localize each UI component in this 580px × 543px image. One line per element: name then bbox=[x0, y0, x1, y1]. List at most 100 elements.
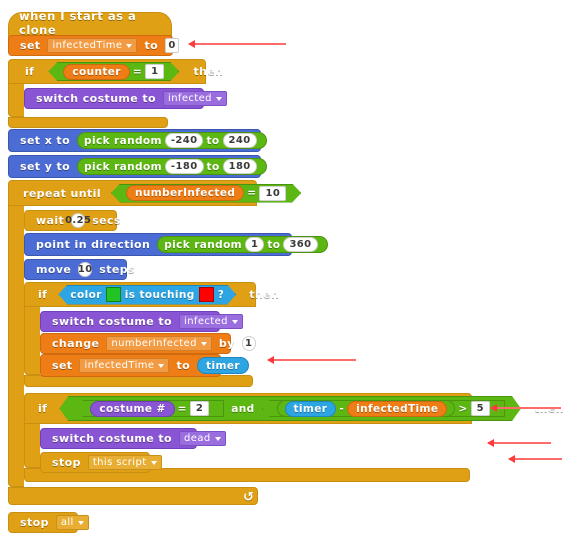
pick-random-from-y[interactable]: -180 bbox=[164, 159, 204, 174]
block-if-counter-arm bbox=[8, 84, 24, 117]
condition-timer-difference-greater[interactable]: timer - infectedTime > 5 bbox=[262, 400, 505, 417]
variable-reporter-number-infected[interactable]: numberInfected bbox=[126, 185, 244, 201]
switch-costume-keyword-2: switch costume to bbox=[52, 315, 173, 328]
condition-counter-equals[interactable]: counter = 1 bbox=[48, 62, 179, 81]
equals-operator-costume: = bbox=[177, 402, 187, 415]
loop-arrow-icon: ↺ bbox=[243, 490, 254, 505]
costume-dropdown-infected-2[interactable]: infected bbox=[179, 314, 243, 329]
then-keyword: then bbox=[193, 65, 224, 78]
pick-random-to-dir[interactable]: 360 bbox=[283, 237, 318, 252]
reporter-pick-random-y[interactable]: pick random -180 to 180 bbox=[77, 158, 267, 175]
block-switch-costume-infected-2[interactable]: switch costume to infected bbox=[40, 311, 243, 332]
equals-operator-repeat: = bbox=[247, 187, 257, 199]
variable-dropdown-infected-time[interactable]: infectedTime bbox=[47, 38, 138, 53]
scratch-script-canvas: when I start as a clone set infectedTime… bbox=[0, 0, 580, 543]
reporter-timer-2[interactable]: timer bbox=[285, 401, 337, 417]
move-unit-label: steps bbox=[99, 263, 135, 276]
wait-value-input[interactable]: 0.25 bbox=[65, 213, 91, 228]
set-keyword-timer: set bbox=[52, 359, 73, 372]
variable-reporter-counter[interactable]: counter bbox=[63, 64, 130, 80]
block-if-touching-color-top[interactable]: if color is touching ? then bbox=[24, 282, 279, 307]
condition-value-ten[interactable]: 10 bbox=[259, 186, 286, 201]
costume-dropdown-infected-1[interactable]: infected bbox=[163, 91, 227, 106]
block-if-dead-arm bbox=[24, 424, 40, 468]
greater-than-value[interactable]: 5 bbox=[471, 401, 490, 416]
then-keyword-touching: then bbox=[249, 288, 280, 301]
block-repeat-until-bottom bbox=[8, 487, 258, 505]
switch-costume-keyword-dead: switch costume to bbox=[52, 432, 173, 445]
color-label: color bbox=[70, 288, 102, 301]
block-wait-secs[interactable]: wait 0.25 secs bbox=[24, 210, 121, 231]
reporter-pick-random-direction[interactable]: pick random 1 to 360 bbox=[157, 236, 328, 253]
block-repeat-until-arm bbox=[8, 206, 24, 487]
stop-option-dropdown-all[interactable]: all bbox=[55, 515, 89, 530]
wait-keyword: wait bbox=[36, 214, 65, 227]
switch-costume-keyword: switch costume to bbox=[36, 92, 157, 105]
block-if-touching-color-arm bbox=[24, 307, 40, 375]
variable-dropdown-infected-time-2[interactable]: infectedTime bbox=[79, 358, 170, 373]
stop-option-dropdown-this-script[interactable]: this script bbox=[87, 455, 162, 470]
reporter-infected-time[interactable]: infectedTime bbox=[347, 401, 447, 417]
pick-random-label-dir: pick random bbox=[164, 238, 243, 251]
if-keyword-dead: if bbox=[38, 402, 48, 415]
wait-unit-label: secs bbox=[92, 214, 121, 227]
move-value-input[interactable]: 10 bbox=[78, 262, 93, 277]
set-keyword: set bbox=[20, 39, 41, 52]
block-move-steps[interactable]: move 10 steps bbox=[24, 259, 135, 280]
block-point-in-direction[interactable]: point in direction pick random 1 to 360 bbox=[24, 233, 328, 256]
reporter-subtraction[interactable]: timer - infectedTime bbox=[277, 400, 456, 417]
condition-costume-equals[interactable]: costume # = 2 bbox=[75, 400, 224, 417]
block-repeat-until-top[interactable]: repeat until numberInfected = 10 bbox=[8, 180, 257, 206]
color-swatch-red[interactable] bbox=[199, 287, 214, 302]
move-keyword: move bbox=[36, 263, 72, 276]
pick-random-to-label-x: to bbox=[206, 134, 220, 147]
pick-random-from-dir[interactable]: 1 bbox=[245, 237, 265, 252]
color-swatch-green[interactable] bbox=[106, 287, 121, 302]
block-stop-all[interactable]: stop all bbox=[8, 512, 89, 533]
block-change-number-infected[interactable]: change numberInfected by 1 bbox=[40, 333, 256, 354]
arrow-stop-this-script bbox=[508, 455, 562, 463]
is-touching-label: is touching bbox=[124, 288, 195, 301]
condition-and[interactable]: costume # = 2 and timer - infectedTime >… bbox=[59, 396, 521, 421]
reporter-costume-number[interactable]: costume # bbox=[90, 401, 174, 417]
point-in-direction-keyword: point in direction bbox=[36, 238, 151, 251]
block-if-counter-bottom bbox=[8, 117, 168, 128]
pick-random-label-x: pick random bbox=[84, 134, 162, 147]
condition-color-is-touching[interactable]: color is touching ? bbox=[58, 285, 236, 305]
block-if-dead-top[interactable]: if costume # = 2 and timer - infectedTim… bbox=[24, 393, 564, 424]
change-keyword: change bbox=[52, 337, 100, 350]
value-input-zero[interactable]: 0 bbox=[165, 38, 180, 53]
block-stop-this-script[interactable]: stop this script bbox=[40, 452, 162, 473]
reporter-pick-random-x[interactable]: pick random -240 to 240 bbox=[77, 132, 267, 149]
by-label: by bbox=[218, 337, 235, 350]
if-keyword: if bbox=[25, 65, 35, 78]
change-value-input[interactable]: 1 bbox=[241, 336, 256, 351]
pick-random-to-y[interactable]: 180 bbox=[222, 159, 257, 174]
stop-keyword-script: stop bbox=[52, 456, 81, 469]
condition-number-infected-equals[interactable]: numberInfected = 10 bbox=[111, 184, 301, 203]
condition-value-one[interactable]: 1 bbox=[145, 64, 164, 79]
and-operator-label: and bbox=[231, 402, 255, 415]
costume-dropdown-dead[interactable]: dead bbox=[179, 431, 226, 446]
block-set-x-to[interactable]: set x to pick random -240 to 240 bbox=[8, 129, 267, 152]
reporter-timer-1[interactable]: timer bbox=[197, 357, 249, 374]
repeat-until-keyword: repeat until bbox=[23, 186, 101, 200]
pick-random-from-x[interactable]: -240 bbox=[164, 133, 204, 148]
pick-random-to-label-dir: to bbox=[267, 238, 281, 251]
block-set-infected-time-zero[interactable]: set infectedTime to 0 bbox=[8, 35, 180, 56]
arrow-set-infected-time bbox=[188, 40, 286, 48]
to-label-timer: to bbox=[176, 359, 191, 372]
greater-than-operator: > bbox=[458, 402, 468, 415]
block-switch-costume-infected-1[interactable]: switch costume to infected bbox=[24, 88, 227, 109]
variable-dropdown-number-infected[interactable]: numberInfected bbox=[106, 336, 212, 351]
block-if-counter-top[interactable]: if counter = 1 then bbox=[8, 59, 223, 84]
arrow-if-dead-condition bbox=[490, 404, 561, 412]
block-set-y-to[interactable]: set y to pick random -180 to 180 bbox=[8, 155, 267, 178]
set-y-keyword: set y to bbox=[20, 160, 71, 173]
pick-random-to-x[interactable]: 240 bbox=[222, 133, 257, 148]
question-mark-label: ? bbox=[217, 288, 225, 301]
arrow-set-infected-time-timer bbox=[267, 356, 356, 364]
block-switch-costume-dead[interactable]: switch costume to dead bbox=[40, 428, 226, 449]
costume-compare-value[interactable]: 2 bbox=[190, 401, 209, 416]
block-set-infected-time-timer[interactable]: set infectedTime to timer bbox=[40, 354, 249, 377]
